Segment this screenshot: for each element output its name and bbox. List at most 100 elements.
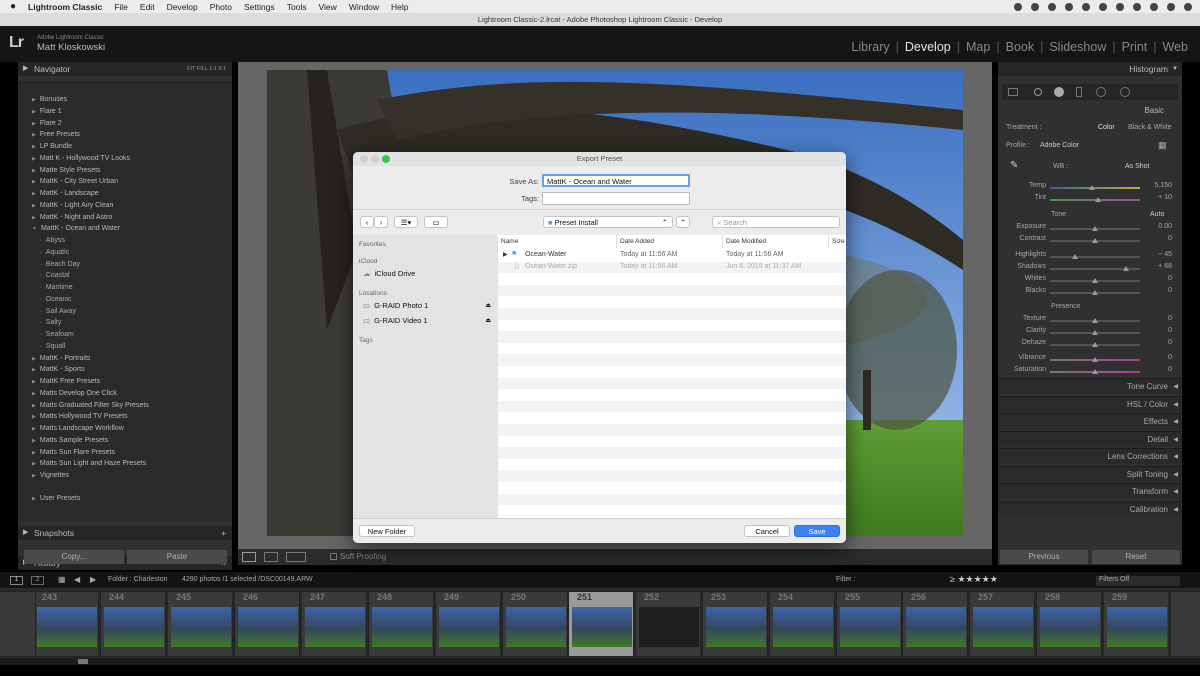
navigator-zoom-options[interactable]: FIT FILL 1:1 3:1 [187,62,226,76]
slider-value-highlights[interactable]: − 45 [1146,251,1172,258]
filmstrip-thumbnail[interactable]: 258 [1036,591,1102,657]
section-tone-curve[interactable]: Tone Curve [998,378,1182,395]
view-options-icon[interactable]: ☰▾ [394,216,418,228]
slider-knob-highlights[interactable] [1072,254,1079,259]
slider-value-clarity[interactable]: 0 [1146,327,1172,334]
forward-arrow-icon[interactable]: ▶ [90,575,96,584]
before-after-icon[interactable] [264,552,278,562]
adjustment-brush-icon[interactable] [1120,87,1130,97]
location-item-graid-video[interactable]: ▭ G-RAID Video 1 ⏏ [363,316,491,325]
section-detail[interactable]: Detail [998,431,1182,448]
preset-folder[interactable]: ▶ Matt K - Hollywood TV Looks [32,153,130,164]
preset-folder[interactable]: ▶ MattK - Sports [32,364,85,375]
slider-knob-tint[interactable] [1094,197,1101,202]
preset-folder[interactable]: ▶ MattK - Portraits [32,353,90,364]
module-book[interactable]: Book [1000,40,1041,54]
save-as-field[interactable]: MattK - Ocean and Water [542,174,690,187]
eject-icon[interactable]: ⏏ [485,317,491,324]
filmstrip-thumbnail[interactable]: 250 [502,591,568,657]
creative-cloud-icon[interactable] [1014,2,1022,11]
filmstrip-thumbnail[interactable]: 248 [368,591,434,657]
preset-folder[interactable]: ▶ Free Presets [32,129,80,140]
preset-folder[interactable]: ▶ MattK - City Street Urban [32,176,118,187]
preset-folder[interactable]: ▶ Flare 2 [32,118,62,129]
basic-header[interactable]: Basic [998,106,1182,118]
profile-browser-icon[interactable]: ▦ [1158,140,1167,151]
filmstrip-thumbnail[interactable]: 247 [301,591,367,657]
preset-folder[interactable]: ▶ Matts Sun Flare Presets [32,447,115,458]
slider-value-dehaze[interactable]: 0 [1146,339,1172,346]
file-row-zip[interactable]: ▯ Ocean-Water.zip Today at 11:56 AM Jun … [498,262,846,274]
preset-folder[interactable]: ▶ Bonuses [32,94,67,105]
icloud-drive-item[interactable]: ☁ iCloud Drive [363,269,415,278]
timemachine-icon[interactable] [1065,2,1073,11]
filmstrip-thumbnail[interactable]: 253 [702,591,768,657]
radial-filter-icon[interactable] [1096,87,1106,97]
preset-item[interactable]: ▫ Beach Day [40,259,80,270]
menu-window[interactable]: Window [349,2,379,12]
preset-item[interactable]: ▫ Maritime [40,282,73,293]
filmstrip-thumbnail[interactable] [1170,591,1200,657]
copy-button[interactable]: Copy... [24,550,124,564]
disclosure-triangle-icon[interactable]: ▶ [503,251,508,258]
soft-proofing-checkbox[interactable] [330,553,337,560]
filmstrip-thumbnail[interactable]: 244 [100,591,166,657]
module-map[interactable]: Map [960,40,996,54]
search-field[interactable]: ⌕ Search [712,216,840,228]
back-arrow-icon[interactable]: ◀ [74,575,80,584]
preset-item[interactable]: ▫ Aquatic [40,247,69,258]
preset-folder[interactable]: ▶ Vignettes [32,470,69,481]
slider-knob-exposure[interactable] [1092,226,1098,231]
preset-folder[interactable]: ▶ MattK Free Presets [32,376,100,387]
preset-folder[interactable]: ▶ Matts Develop One Click [32,388,117,399]
evernote-icon[interactable] [1048,2,1056,11]
slider-value-whites[interactable]: 0 [1146,275,1172,282]
slider-knob-saturation[interactable] [1092,369,1098,374]
save-button[interactable]: Save [794,525,840,537]
slider-value-blacks[interactable]: 0 [1146,287,1172,294]
navigator-header[interactable]: ▶ Navigator FIT FILL 1:1 3:1 [18,62,232,76]
slider-track-highlights[interactable] [1050,256,1140,258]
histogram-header[interactable]: Histogram ▼ [998,62,1182,76]
profile-dropdown[interactable]: Adobe Color [1040,142,1079,149]
folder-source[interactable]: Folder : Charleston [108,576,168,583]
menu-view[interactable]: View [319,2,337,12]
column-size[interactable]: Size [829,235,846,248]
siri-icon[interactable] [1167,2,1175,11]
scroll-thumb[interactable] [78,659,88,664]
preset-item[interactable]: ▫ Sail Away [40,306,76,317]
slider-value-vibrance[interactable]: 0 [1146,354,1172,361]
preset-folder[interactable]: ▶ Matts Sun Light and Haze Presets [32,458,146,469]
preset-folder[interactable]: ▶ Matts Sample Presets [32,435,108,446]
filmstrip-thumbnail[interactable]: 251 [568,591,634,657]
module-develop[interactable]: Develop [899,40,957,54]
preset-folder[interactable]: ▶ Matts Hollywood TV Presets [32,411,128,422]
menu-edit[interactable]: Edit [140,2,155,12]
wifi-icon[interactable] [1099,2,1107,11]
preset-folder[interactable]: ▶ MattK - Light Airy Clean [32,200,113,211]
slider-knob-whites[interactable] [1092,278,1098,283]
photo-count[interactable]: 4290 photos /1 selected /DSC00149.ARW [182,576,313,583]
slider-value-texture[interactable]: 0 [1146,315,1172,322]
paste-button[interactable]: Paste [127,550,227,564]
zoom-window-icon[interactable] [382,155,390,163]
menu-photo[interactable]: Photo [210,2,232,12]
filmstrip-thumbnail[interactable]: 245 [167,591,233,657]
preset-item[interactable]: ▫ Squall [40,341,65,352]
module-library[interactable]: Library [845,40,895,54]
filmstrip-thumbnail[interactable]: 243 [33,591,99,657]
filmstrip-thumbnail[interactable]: 254 [769,591,835,657]
new-folder-icon[interactable]: ▭ [424,216,448,228]
filmstrip-thumbnail[interactable]: 249 [435,591,501,657]
app-menu[interactable]: Lightroom Classic [28,2,102,12]
treatment-bw-option[interactable]: Black & White [1128,124,1172,131]
grid-view-icon[interactable]: ▦ [58,575,66,584]
dropbox-icon[interactable] [1031,2,1039,11]
filmstrip-thumbnail[interactable]: 252 [635,591,701,657]
slider-knob-blacks[interactable] [1092,290,1098,295]
previous-button[interactable]: Previous [1000,550,1088,564]
new-folder-button[interactable]: New Folder [359,525,415,537]
crop-tool-icon[interactable] [1008,88,1018,96]
preset-folder[interactable]: ▶ MattK - Night and Astro [32,212,112,223]
location-dropdown[interactable]: ■ Preset Install ⌃ [543,216,673,228]
